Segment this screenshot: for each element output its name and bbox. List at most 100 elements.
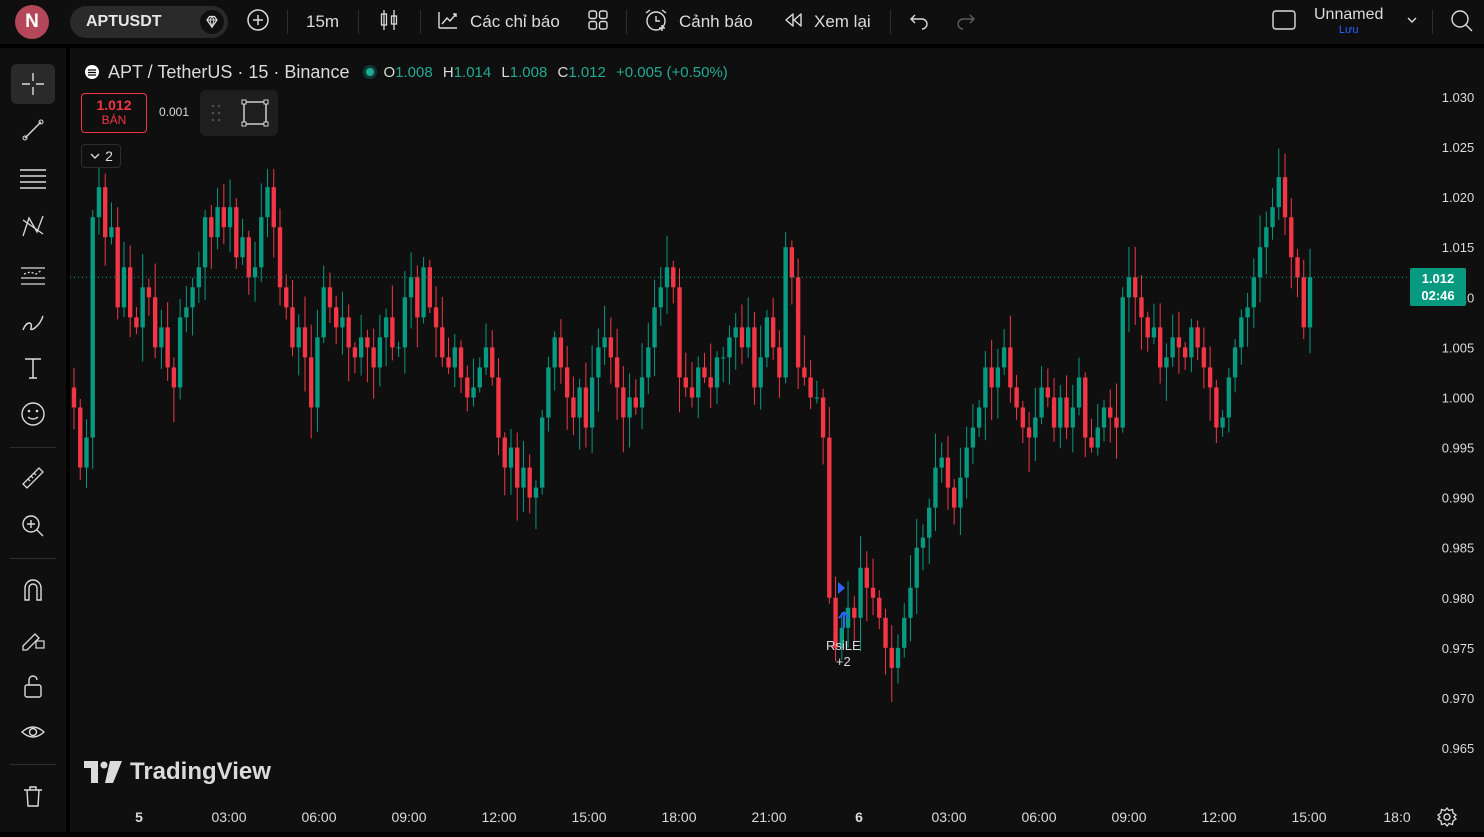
symbol-search-button[interactable]: APTUSDT — [70, 6, 228, 38]
symbol-logo-icon — [85, 65, 99, 79]
candle-body — [1145, 317, 1150, 338]
candle-body — [202, 217, 208, 268]
emoji-tool[interactable] — [11, 394, 55, 434]
candle-body — [290, 307, 295, 348]
chart-pane[interactable]: 1.0301.0251.0201.0151.0101.0051.0000.995… — [70, 48, 1484, 832]
candle-body — [1214, 387, 1219, 428]
candle-body — [677, 287, 682, 378]
brush-tool[interactable] — [11, 302, 55, 342]
candle-body — [858, 567, 863, 618]
chart-type-button[interactable] — [376, 0, 402, 44]
pattern-icon — [22, 215, 44, 237]
bar-countdown: 02:46 — [1421, 288, 1455, 303]
lot-size[interactable]: 0.001 — [159, 105, 189, 119]
remove-drawings[interactable] — [11, 776, 55, 816]
candle-body — [1301, 277, 1306, 328]
sell-button[interactable]: 1.012 BÁN — [81, 93, 147, 133]
candle-body — [889, 647, 894, 668]
candle-body — [521, 467, 526, 488]
price-tick-label: 0.975 — [1442, 641, 1475, 656]
candle-body — [115, 227, 120, 308]
text-tool[interactable] — [11, 348, 55, 388]
candle-body — [109, 227, 114, 238]
layout-checkbox[interactable] — [1270, 0, 1298, 44]
candle-body — [452, 347, 457, 368]
forecast-tool[interactable] — [11, 254, 55, 294]
measure-tool[interactable] — [11, 458, 55, 498]
candle-body — [215, 207, 220, 238]
rectangle-select-icon[interactable] — [240, 98, 270, 128]
top-toolbar: N APTUSDT 15m Các chỉ báo Cảnh báo Xem l… — [0, 0, 1484, 48]
candle-body — [177, 317, 183, 388]
candle-body — [727, 337, 732, 358]
interval-button[interactable]: 15m — [306, 0, 339, 44]
candle-body — [390, 317, 395, 348]
candle-body — [277, 227, 283, 288]
stay-in-drawing-mode[interactable] — [11, 618, 55, 658]
eye-icon — [20, 726, 46, 738]
candle-body — [427, 267, 433, 308]
tradingview-logo[interactable]: TradingView — [84, 758, 271, 786]
candle-body — [240, 237, 245, 258]
candle-body — [752, 327, 757, 388]
diamond-icon[interactable] — [200, 10, 224, 34]
layout-menu-button[interactable] — [1404, 0, 1420, 44]
collapsed-count: 2 — [105, 148, 113, 164]
zoom-tool[interactable] — [11, 506, 55, 546]
candle-body — [827, 437, 832, 598]
candle-body — [146, 287, 152, 298]
time-tick-label: 03:00 — [931, 809, 966, 825]
templates-button[interactable] — [586, 0, 610, 44]
save-status: Lưu — [1338, 24, 1359, 36]
chart-settings-button[interactable] — [1436, 806, 1458, 833]
compare-symbol-button[interactable] — [245, 0, 271, 44]
candle-body — [652, 307, 657, 348]
strategy-signal-label[interactable]: RsiLE +2 — [826, 638, 861, 670]
user-avatar[interactable]: N — [15, 5, 49, 39]
candle-body — [383, 317, 389, 338]
candle-body — [639, 377, 645, 408]
rewind-icon — [782, 9, 804, 36]
smiley-icon — [21, 402, 45, 426]
alerts-button[interactable]: Cảnh báo — [643, 0, 753, 44]
crosshair-tool[interactable] — [11, 64, 55, 104]
candle-body — [415, 277, 420, 318]
price-tick-label: 1.025 — [1442, 140, 1475, 155]
pattern-tool[interactable] — [11, 206, 55, 246]
time-tick-label: 12:00 — [1201, 809, 1236, 825]
price-chart[interactable]: 1.0301.0251.0201.0151.0101.0051.0000.995… — [70, 48, 1484, 832]
candle-body — [864, 567, 869, 588]
change-value: +0.005 (+0.50%) — [616, 63, 728, 81]
candle-body — [1133, 277, 1138, 298]
drag-handle-icon[interactable] — [210, 103, 222, 123]
candle-body — [1064, 397, 1069, 428]
low-value: 1.008 — [509, 63, 548, 81]
magnet-mode[interactable] — [11, 570, 55, 610]
candle-body — [527, 467, 532, 498]
square-icon — [1270, 6, 1298, 39]
candle-body — [333, 307, 339, 328]
alerts-label: Cảnh báo — [679, 12, 753, 31]
legend-title: APT / TetherUS · 15 · Binance — [108, 61, 350, 82]
quick-search-button[interactable] — [1448, 0, 1474, 44]
hide-drawings[interactable] — [11, 712, 55, 752]
layout-name-button[interactable]: Unnamed Lưu — [1314, 6, 1383, 36]
time-tick-label: 12:00 — [481, 809, 516, 825]
trend-line-tool[interactable] — [11, 110, 55, 150]
candle-body — [1239, 317, 1244, 348]
lock-drawings[interactable] — [11, 666, 55, 706]
indicators-collapse-button[interactable]: 2 — [81, 144, 121, 168]
replay-button[interactable]: Xem lại — [782, 0, 871, 44]
candle-body — [246, 237, 251, 278]
time-tick-label: 21:00 — [751, 809, 786, 825]
strategy-entry-marker — [838, 582, 845, 594]
ohlc-values: O1.008 H1.014 L1.008 C1.012 +0.005 (+0.5… — [383, 64, 733, 81]
indicators-button[interactable]: Các chỉ báo — [436, 0, 560, 44]
fib-tool[interactable] — [11, 158, 55, 198]
undo-button[interactable] — [907, 0, 931, 44]
redo-button[interactable] — [954, 0, 978, 44]
candle-body — [490, 347, 495, 378]
series-legend[interactable]: APT / TetherUS · 15 · Binance O1.008 H1.… — [84, 60, 734, 84]
candle-body — [371, 347, 376, 368]
candle-body — [664, 267, 670, 288]
